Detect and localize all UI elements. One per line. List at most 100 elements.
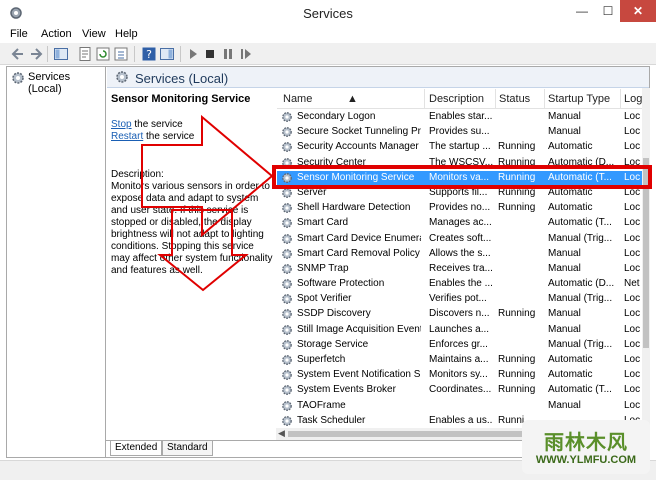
service-row[interactable]: System Events Broker Coordinates... Runnin…	[277, 383, 649, 398]
service-name-cell: Smart Card Removal Policy	[297, 247, 420, 259]
restart-service-icon[interactable]	[238, 46, 254, 62]
restart-service-link[interactable]: Restart	[111, 131, 143, 142]
back-arrow-icon[interactable]	[10, 46, 26, 62]
minimize-button[interactable]: —	[570, 0, 594, 22]
title-bar: Services — ☐ ✕	[0, 0, 656, 26]
service-name-cell: Storage Service	[297, 338, 369, 350]
tab-standard[interactable]: Standard	[162, 441, 213, 456]
close-button[interactable]: ✕	[620, 0, 656, 22]
service-startup-cell: Manual	[548, 111, 581, 122]
tab-extended[interactable]: Extended	[110, 441, 163, 456]
gear-icon	[282, 400, 292, 411]
svg-text:?: ?	[146, 48, 152, 61]
gear-icon	[282, 127, 292, 138]
column-startup-type[interactable]: Startup Type	[548, 93, 610, 105]
pause-service-icon[interactable]	[220, 46, 236, 62]
service-row[interactable]: TAOFrame Manual Loc	[277, 399, 649, 414]
service-startup-cell: Automatic	[548, 202, 593, 214]
service-name-cell: Secure Socket Tunneling Pr...	[297, 126, 421, 138]
service-name-cell: System Event Notification S...	[297, 369, 421, 381]
service-name-cell: Smart Card Device Enumera...	[297, 232, 421, 244]
menu-action[interactable]: Action	[41, 28, 72, 40]
help-icon[interactable]: ?	[141, 46, 157, 62]
service-startup-cell: Manual	[548, 247, 581, 259]
service-description-cell: Enables the ...	[429, 278, 493, 290]
maximize-button[interactable]: ☐	[596, 0, 620, 22]
site-watermark: 雨林木风 WWW.YLMFU.COM	[522, 420, 650, 474]
service-row[interactable]: Secondary Logon Enables star... Manual Loc	[277, 110, 649, 125]
service-row[interactable]: System Event Notification S... Monitors s…	[277, 368, 649, 383]
service-startup-cell: Manual	[548, 308, 581, 320]
service-row[interactable]: Spot Verifier Verifies pot... Manual (Trig…	[277, 292, 649, 307]
service-row[interactable]: Smart Card Device Enumera... Creates soft…	[277, 232, 649, 247]
show-console-tree-icon[interactable]	[53, 46, 69, 62]
column-status[interactable]: Status	[499, 93, 530, 105]
service-name-cell: Software Protection	[297, 278, 385, 290]
properties-icon[interactable]	[77, 46, 93, 62]
tree-item-label: Services (Local)	[28, 71, 71, 95]
service-row[interactable]: Shell Hardware Detection Provides no... Ru…	[277, 201, 649, 216]
forward-arrow-icon[interactable]	[28, 46, 44, 62]
service-detail-pane: Sensor Monitoring Service Stop the servi…	[107, 89, 277, 441]
gear-icon	[282, 385, 292, 396]
service-name-cell: Security Accounts Manager	[297, 141, 419, 153]
service-row[interactable]: Superfetch Maintains a... Running Automatic…	[277, 353, 649, 368]
services-list[interactable]: ▲ Name Description Status Startup Type L…	[277, 89, 649, 441]
horizontal-scroll-thumb[interactable]	[288, 431, 548, 437]
pane-header: Services (Local)	[107, 67, 649, 88]
menu-help[interactable]: Help	[115, 28, 138, 40]
service-name-cell: Secondary Logon	[297, 111, 376, 122]
service-status-cell: Running	[498, 308, 536, 320]
service-startup-cell: Manual	[548, 126, 581, 138]
service-description: Description: Monitors various sensors in…	[111, 169, 273, 276]
sort-arrow-icon: ▲	[347, 93, 358, 105]
service-row[interactable]: Security Accounts Manager The startup ...…	[277, 140, 649, 155]
service-name-cell: System Events Broker	[297, 384, 396, 396]
show-action-pane-icon[interactable]	[159, 46, 175, 62]
gear-icon	[282, 309, 292, 320]
menu-view[interactable]: View	[82, 28, 106, 40]
column-divider[interactable]	[620, 89, 621, 109]
service-name-cell: SSDP Discovery	[297, 308, 371, 320]
service-row[interactable]: Still Image Acquisition Events Launches a…	[277, 323, 649, 338]
service-row[interactable]: SNMP Trap Receives tra... Manual Loc	[277, 262, 649, 277]
service-startup-cell: Manual	[548, 262, 581, 274]
tree-item-services-local[interactable]: Services (Local)	[10, 70, 104, 95]
service-status-cell: Running	[498, 354, 536, 365]
service-row[interactable]: Secure Socket Tunneling Pr... Provides su…	[277, 125, 649, 140]
column-log-on-as[interactable]: Log	[624, 93, 642, 105]
service-row[interactable]: SSDP Discovery Discovers n... Running Manua…	[277, 307, 649, 322]
service-name-cell: Spot Verifier	[297, 293, 352, 305]
service-row[interactable]: Software Protection Enables the ... Automa…	[277, 277, 649, 292]
service-description-cell: Manages ac...	[429, 217, 492, 229]
gear-icon	[282, 112, 292, 122]
column-name[interactable]: Name	[283, 93, 312, 105]
service-description-cell: Enables a us...	[429, 414, 493, 426]
stop-line: Stop the service	[111, 119, 183, 130]
column-divider[interactable]	[424, 89, 425, 109]
column-divider[interactable]	[495, 89, 496, 109]
selected-service-name: Sensor Monitoring Service	[111, 93, 251, 105]
service-name-cell: TAOFrame	[297, 399, 346, 411]
service-row[interactable]: Smart Card Manages ac... Automatic (T... Lo…	[277, 216, 649, 231]
pane-title: Services (Local)	[135, 71, 229, 86]
service-description-cell: Maintains a...	[429, 354, 489, 365]
stop-service-icon[interactable]	[202, 46, 218, 62]
service-status-cell: Running	[498, 384, 536, 396]
column-divider[interactable]	[544, 89, 545, 109]
vertical-scrollbar[interactable]	[642, 88, 650, 440]
export-list-icon[interactable]	[113, 46, 129, 62]
service-startup-cell: Automatic	[548, 141, 593, 153]
refresh-icon[interactable]	[95, 46, 111, 62]
stop-service-link[interactable]: Stop	[111, 119, 132, 130]
start-service-icon[interactable]	[185, 46, 201, 62]
toolbar-separator	[180, 46, 181, 62]
service-description-cell: Discovers n...	[429, 308, 490, 320]
menu-file[interactable]: File	[10, 28, 28, 40]
column-description[interactable]: Description	[429, 93, 484, 105]
service-row[interactable]: Storage Service Enforces gr... Manual (Tri…	[277, 338, 649, 353]
service-description-cell: Verifies pot...	[429, 293, 487, 305]
scroll-left-icon[interactable]: ◀	[278, 428, 285, 439]
gear-icon	[282, 264, 292, 274]
service-row[interactable]: Smart Card Removal Policy Allows the s...…	[277, 247, 649, 262]
